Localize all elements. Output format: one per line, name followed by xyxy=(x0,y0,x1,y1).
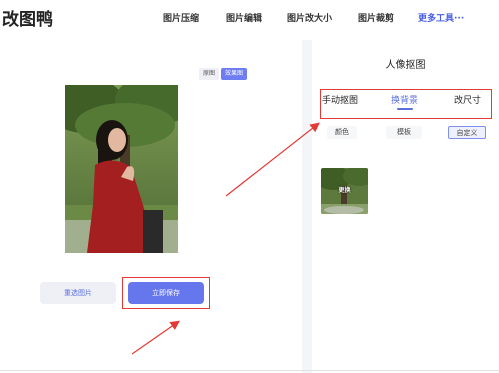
panel-title: 人像抠图 xyxy=(385,60,426,71)
portrait-photo xyxy=(65,85,178,253)
nav-image-edit[interactable]: 图片编辑 xyxy=(226,11,262,24)
reselect-image-button[interactable]: 重选图片 xyxy=(40,282,116,304)
tab-change-background[interactable]: 换背景 xyxy=(391,93,418,106)
subtab-template[interactable]: 模板 xyxy=(386,126,422,139)
toggle-result-button[interactable]: 效果图 xyxy=(221,68,248,80)
thumbnail-change-label: 更换 xyxy=(338,187,351,194)
subtab-custom[interactable]: 自定义 xyxy=(448,126,486,139)
tab-manual-cutout[interactable]: 手动抠图 xyxy=(322,93,358,106)
view-toggle: 原图 效果图 xyxy=(199,68,248,80)
result-image xyxy=(65,85,178,253)
toggle-original-button[interactable]: 原图 xyxy=(199,68,220,80)
tab-resize[interactable]: 改尺寸 xyxy=(454,93,481,106)
nav-image-resize[interactable]: 图片改大小 xyxy=(287,11,332,24)
nav-more-tools[interactable]: 更多工具··· xyxy=(418,11,464,24)
save-button[interactable]: 立即保存 xyxy=(128,282,204,304)
subtab-color[interactable]: 颜色 xyxy=(327,126,357,139)
top-header: 改图鸭 图片压缩 图片编辑 图片改大小 图片裁剪 更多工具··· xyxy=(0,0,499,36)
panel-divider xyxy=(302,40,312,373)
background-thumbnail[interactable]: 更换 xyxy=(321,168,368,214)
nav-image-compress[interactable]: 图片压缩 xyxy=(163,11,199,24)
bottom-divider xyxy=(0,370,499,371)
site-logo[interactable]: 改图鸭 xyxy=(2,5,53,30)
active-tab-indicator xyxy=(397,108,413,110)
nav-image-crop[interactable]: 图片裁剪 xyxy=(358,11,394,24)
